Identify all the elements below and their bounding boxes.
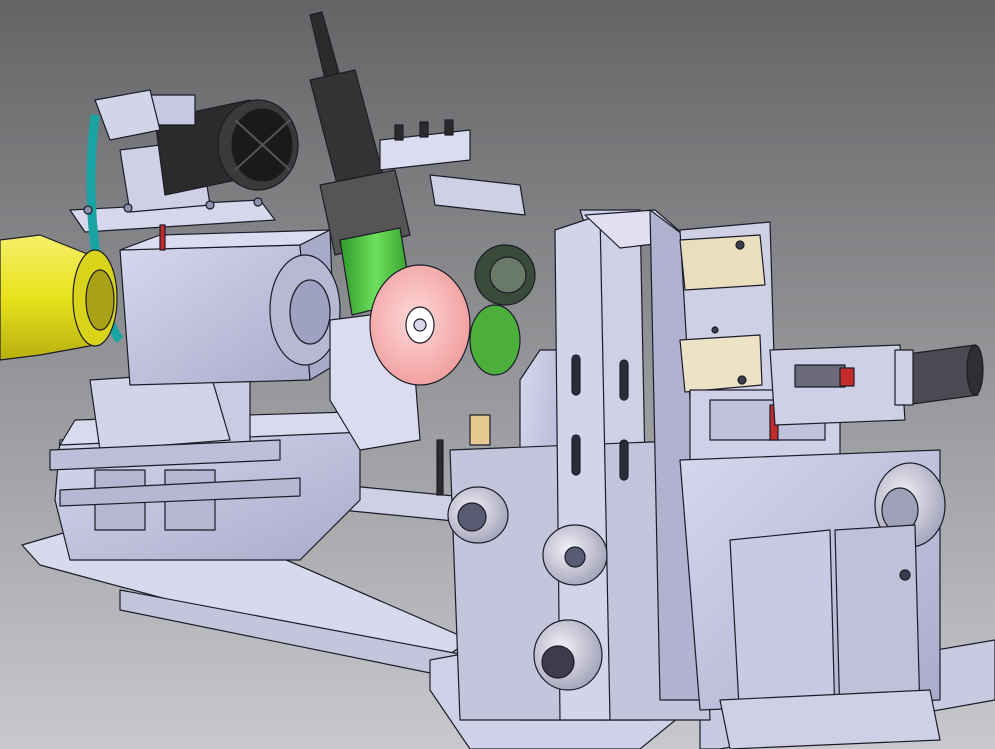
machine-assembly-render [0, 0, 995, 749]
cad-viewport[interactable] [0, 0, 995, 749]
right-foot [719, 689, 941, 749]
beige-panel-top [679, 234, 766, 291]
right-motor-flange [894, 349, 914, 406]
beige-panel-mid [679, 334, 763, 393]
gearbox-flange-inner [289, 279, 331, 345]
green-disc [469, 304, 521, 376]
